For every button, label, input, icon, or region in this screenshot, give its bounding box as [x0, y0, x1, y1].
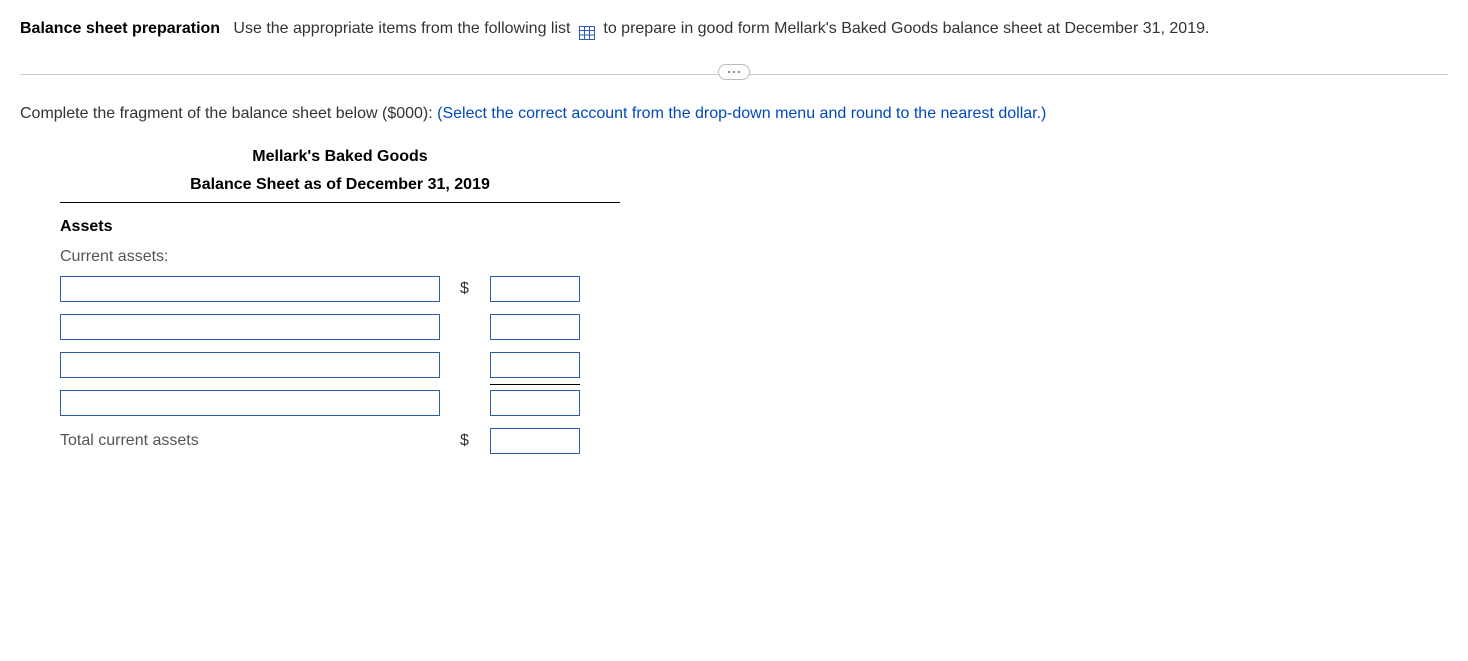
sheet-title: Balance Sheet as of December 31, 2019	[60, 176, 620, 203]
ellipsis-icon	[728, 71, 740, 73]
dollar-sign: $	[460, 432, 490, 450]
section-divider	[20, 74, 1448, 75]
intro-text: Balance sheet preparation Use the approp…	[20, 15, 1448, 44]
intro-before-icon: Use the appropriate items from the follo…	[233, 20, 570, 37]
intro-bold: Balance sheet preparation	[20, 20, 220, 37]
dollar-sign: $	[460, 280, 490, 298]
asset-row: $	[60, 276, 620, 302]
instruction-blue: (Select the correct account from the dro…	[437, 105, 1046, 122]
account-dropdown[interactable]	[60, 314, 440, 340]
asset-row	[60, 352, 620, 378]
total-current-assets-label: Total current assets	[60, 432, 199, 449]
instruction-text: Complete the fragment of the balance she…	[20, 105, 1448, 123]
value-input[interactable]	[490, 314, 580, 340]
total-value-input[interactable]	[490, 428, 580, 454]
asset-row	[60, 390, 620, 416]
account-dropdown[interactable]	[60, 276, 440, 302]
subtotal-rule	[490, 384, 580, 385]
asset-row	[60, 314, 620, 340]
value-input[interactable]	[490, 390, 580, 416]
value-input[interactable]	[490, 276, 580, 302]
assets-heading: Assets	[60, 218, 620, 236]
value-input[interactable]	[490, 352, 580, 378]
account-dropdown[interactable]	[60, 352, 440, 378]
total-row: Total current assets $	[60, 428, 620, 454]
table-icon[interactable]	[579, 22, 595, 36]
instruction-plain: Complete the fragment of the balance she…	[20, 105, 437, 122]
company-name: Mellark's Baked Goods	[60, 148, 620, 166]
intro-after-icon: to prepare in good form Mellark's Baked …	[603, 20, 1209, 37]
expand-button[interactable]	[718, 64, 750, 80]
current-assets-label: Current assets:	[60, 248, 620, 266]
account-dropdown[interactable]	[60, 390, 440, 416]
balance-sheet: Mellark's Baked Goods Balance Sheet as o…	[60, 148, 620, 454]
